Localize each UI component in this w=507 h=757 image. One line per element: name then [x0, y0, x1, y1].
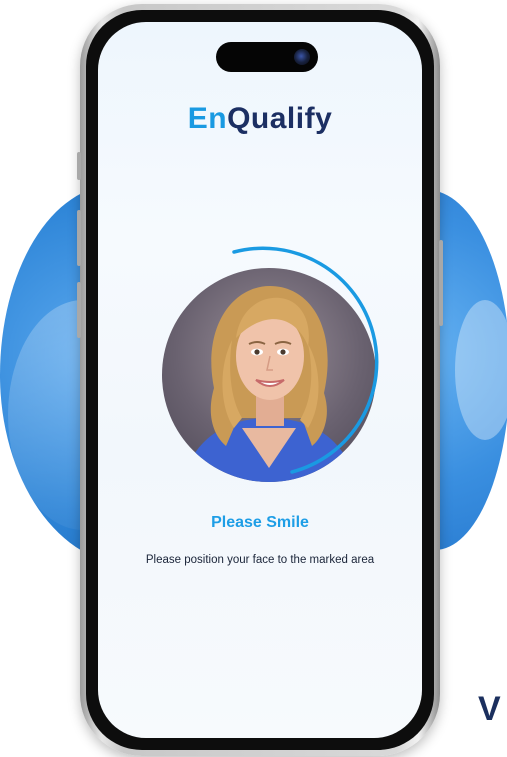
circular-progress-arc	[232, 246, 379, 474]
front-camera-icon	[294, 49, 310, 65]
phone-power-button	[439, 240, 443, 326]
phone-volume-down-button	[77, 282, 81, 338]
liveness-title: Please Smile	[211, 514, 309, 531]
enqualify-logo: EnQualify	[98, 102, 422, 136]
background-partial-text: V	[478, 690, 501, 728]
app-screen: EnQualify Please Smile Please position y…	[98, 22, 422, 738]
logo-qualify-text: Qualify	[227, 102, 333, 135]
phone-bezel: EnQualify Please Smile Please position y…	[86, 10, 434, 750]
liveness-instruction: Please position your face to the marked …	[145, 554, 375, 566]
dynamic-island	[216, 42, 318, 72]
phone-action-button	[77, 152, 81, 180]
background-blob-right-highlight	[455, 300, 507, 440]
face-capture-area	[150, 244, 390, 484]
phone-frame: EnQualify Please Smile Please position y…	[77, 4, 443, 756]
logo-en-text: En	[187, 102, 228, 135]
phone-volume-up-button	[77, 210, 81, 266]
